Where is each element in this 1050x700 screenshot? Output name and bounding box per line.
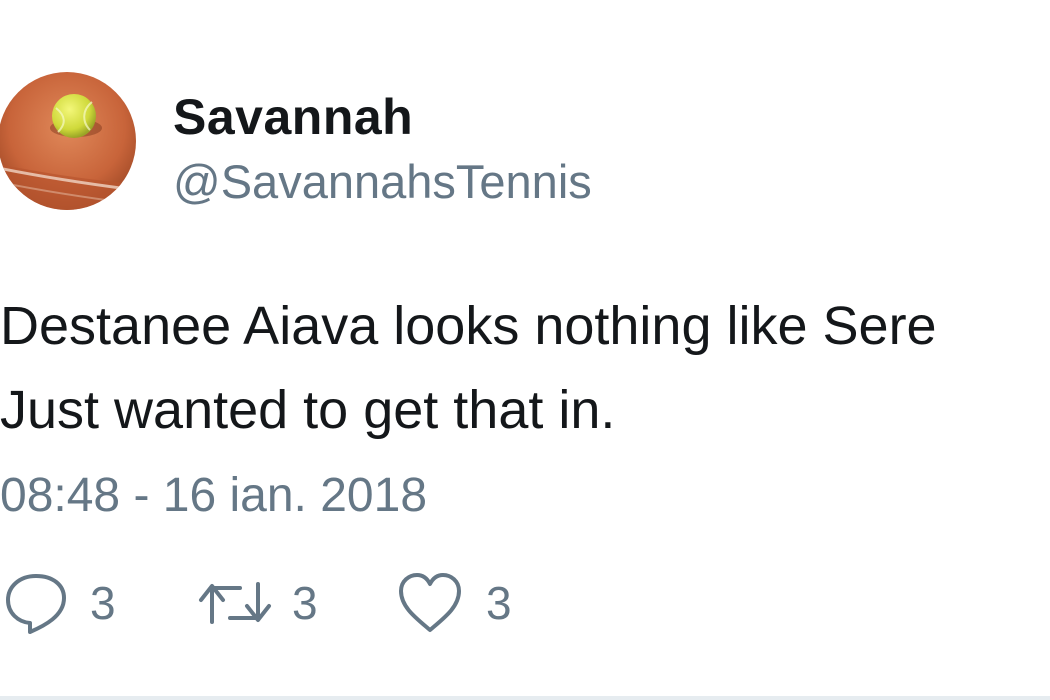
like-count: 3 xyxy=(486,577,512,629)
tweet-actions: 3 3 3 xyxy=(0,568,1050,638)
like-button[interactable]: 3 xyxy=(396,568,512,638)
tweet-text-line: Destanee Aiava looks nothing like Sere xyxy=(0,296,937,356)
avatar-image xyxy=(0,72,136,210)
retweet-button[interactable]: 3 xyxy=(196,568,318,638)
tweet-timestamp[interactable]: 08:48 - 16 ian. 2018 xyxy=(0,468,427,523)
retweet-icon xyxy=(196,570,274,636)
reply-count: 3 xyxy=(90,577,116,629)
reply-button[interactable]: 3 xyxy=(2,568,116,638)
tweet-text-line: Just wanted to get that in. xyxy=(0,380,616,440)
reply-icon xyxy=(2,570,70,636)
retweet-count: 3 xyxy=(292,577,318,629)
heart-icon xyxy=(396,570,464,636)
user-handle[interactable]: @SavannahsTennis xyxy=(173,154,592,209)
divider xyxy=(0,696,1050,700)
display-name[interactable]: Savannah xyxy=(173,88,413,146)
tweet-text: Destanee Aiava looks nothing like Sere J… xyxy=(0,284,1050,452)
avatar[interactable] xyxy=(0,72,136,210)
